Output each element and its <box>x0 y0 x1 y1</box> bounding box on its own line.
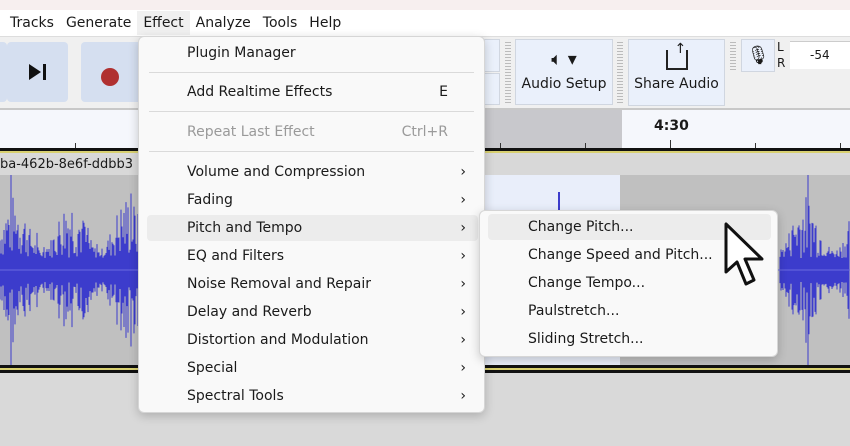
menu-item-label: Noise Removal and Repair <box>187 276 372 292</box>
mic-button[interactable]: 🎙︎ <box>741 39 775 72</box>
menu-separator <box>149 111 474 112</box>
toolbar-grip[interactable] <box>615 40 625 104</box>
menu-tracks[interactable]: Tracks <box>0 11 60 35</box>
chevron-right-icon: › <box>460 360 466 376</box>
meter-r: R <box>777 56 786 70</box>
menu-item-eq-and-filters[interactable]: EQ and Filters › <box>147 243 478 269</box>
menu-tools[interactable]: Tools <box>257 11 304 35</box>
chevron-right-icon: › <box>460 332 466 348</box>
meter-channels: L R <box>777 39 785 71</box>
chevron-right-icon: › <box>460 388 466 404</box>
playhead-marker <box>558 192 560 212</box>
chevron-right-icon: › <box>460 220 466 236</box>
menu-item-noise-removal-and-repair[interactable]: Noise Removal and Repair › <box>147 271 478 297</box>
audio-setup-button[interactable]: 🔈︎ ▾ Audio Setup <box>515 39 613 105</box>
menu-item-label: Special <box>187 360 238 376</box>
share-icon: ↑ <box>665 42 688 70</box>
menu-item-add-realtime-effects[interactable]: Add Realtime Effects E <box>147 79 478 105</box>
microphone-icon: 🎙︎ <box>746 45 770 66</box>
ruler-time-label: 4:30 <box>654 118 689 134</box>
menu-item-label: Distortion and Modulation <box>187 332 369 348</box>
skip-end-bar <box>43 64 46 80</box>
submenu-item-label: Change Tempo... <box>528 275 646 291</box>
chevron-right-icon: › <box>460 304 466 320</box>
menu-item-label: Delay and Reverb <box>187 304 312 320</box>
menu-item-special[interactable]: Special › <box>147 355 478 381</box>
submenu-item-label: Change Pitch... <box>528 219 634 235</box>
ruler-selected-region <box>485 110 622 150</box>
redo-button[interactable] <box>484 73 500 105</box>
menu-effect[interactable]: Effect <box>137 11 190 35</box>
mouse-cursor-icon <box>724 222 764 286</box>
share-audio-label: Share Audio <box>634 76 719 92</box>
menu-item-distortion-and-modulation[interactable]: Distortion and Modulation › <box>147 327 478 353</box>
menu-item-fading[interactable]: Fading › <box>147 187 478 213</box>
menu-item-label: Fading <box>187 192 233 208</box>
chevron-right-icon: › <box>460 164 466 180</box>
menu-item-pitch-and-tempo[interactable]: Pitch and Tempo › <box>147 215 478 241</box>
recording-meter[interactable]: -54 <box>790 41 850 69</box>
menu-item-label: Spectral Tools <box>187 388 284 404</box>
menu-bar: Tracks Generate Effect Analyze Tools Hel… <box>0 10 850 36</box>
menu-generate[interactable]: Generate <box>60 11 137 35</box>
menu-item-repeat-last-effect: Repeat Last Effect Ctrl+R <box>147 119 478 145</box>
title-strip <box>0 0 850 10</box>
toolbar-grip[interactable] <box>503 40 513 104</box>
submenu-item-label: Paulstretch... <box>528 303 620 319</box>
record-icon <box>101 68 119 86</box>
menu-item-label: EQ and Filters <box>187 248 285 264</box>
submenu-item-sliding-stretch[interactable]: Sliding Stretch... <box>488 326 771 352</box>
submenu-item-label: Sliding Stretch... <box>528 331 644 347</box>
chevron-right-icon: › <box>460 192 466 208</box>
menu-item-plugin-manager[interactable]: Plugin Manager <box>147 40 478 66</box>
shortcut-label: Ctrl+R <box>401 124 448 140</box>
audio-setup-label: Audio Setup <box>521 76 607 92</box>
submenu-item-label: Change Speed and Pitch... <box>528 247 713 263</box>
zoom-button[interactable] <box>484 39 500 72</box>
menu-item-delay-and-reverb[interactable]: Delay and Reverb › <box>147 299 478 325</box>
menu-analyze[interactable]: Analyze <box>190 11 257 35</box>
speaker-icon: 🔈︎ ▾ <box>551 49 577 70</box>
clip-name: ba-462b-8e6f-ddbb3 <box>0 157 134 172</box>
play-button[interactable] <box>0 42 7 102</box>
meter-l: L <box>777 40 784 54</box>
record-button[interactable] <box>81 42 143 102</box>
menu-help[interactable]: Help <box>303 11 347 35</box>
effect-menu: Plugin Manager Add Realtime Effects E Rep… <box>138 36 485 413</box>
menu-separator <box>149 72 474 73</box>
chevron-right-icon: › <box>460 276 466 292</box>
menu-separator <box>149 151 474 152</box>
skip-end-icon <box>29 64 41 80</box>
menu-item-label: Volume and Compression <box>187 164 366 180</box>
menu-item-label: Pitch and Tempo <box>187 220 303 236</box>
skip-to-end-button[interactable] <box>7 42 68 102</box>
shortcut-label: E <box>439 84 448 100</box>
meter-scale-label: -54 <box>810 48 830 62</box>
submenu-item-paulstretch[interactable]: Paulstretch... <box>488 298 771 324</box>
chevron-right-icon: › <box>460 248 466 264</box>
toolbar-grip[interactable] <box>728 40 738 72</box>
share-audio-button[interactable]: ↑ Share Audio <box>628 39 725 106</box>
menu-item-spectral-tools[interactable]: Spectral Tools › <box>147 383 478 409</box>
menu-item-volume-and-compression[interactable]: Volume and Compression › <box>147 159 478 185</box>
